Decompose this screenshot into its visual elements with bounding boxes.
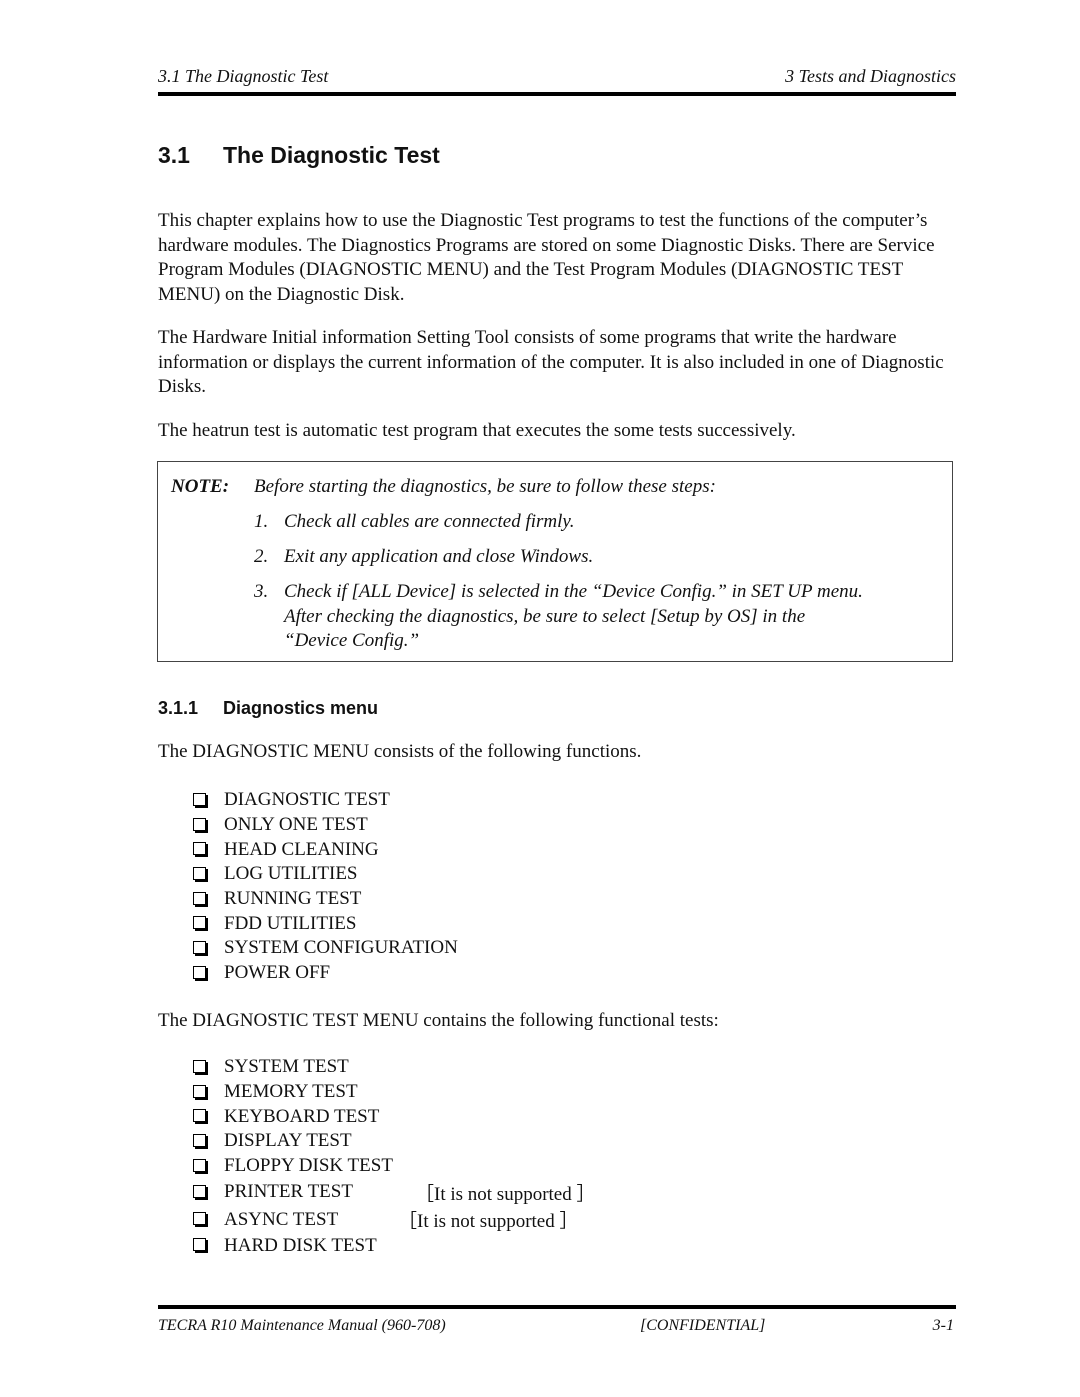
item-label: FDD UTILITIES bbox=[224, 912, 357, 934]
checkbox-bullet-icon bbox=[193, 940, 206, 954]
list-item: FDD UTILITIES bbox=[193, 911, 458, 936]
checkbox-bullet-icon bbox=[193, 1158, 206, 1172]
note-step: 3. Check if [ALL Device] is selected in t… bbox=[254, 580, 863, 654]
step-text-line: Check if [ALL Device] is selected in the… bbox=[284, 581, 863, 602]
item-label: DIAGNOSTIC TEST bbox=[224, 789, 390, 811]
list-item: SYSTEM CONFIGURATION bbox=[193, 936, 458, 961]
item-label: RUNNING TEST bbox=[224, 888, 362, 910]
paragraph-hardware-tool: The Hardware Initial information Setting… bbox=[158, 327, 944, 398]
page-footer: TECRA R10 Maintenance Manual (960-708) [… bbox=[158, 1305, 956, 1339]
step-number: 2. bbox=[254, 546, 269, 567]
footer-page-number: 3-1 bbox=[932, 1317, 954, 1334]
step-text: Check all cables are connected firmly. bbox=[284, 511, 575, 532]
subsection-number: 3.1.1 bbox=[158, 698, 199, 718]
item-label: SYSTEM TEST bbox=[224, 1056, 349, 1078]
checkbox-bullet-icon bbox=[193, 1109, 206, 1123]
section-title: The Diagnostic Test bbox=[223, 142, 440, 168]
list-item: SYSTEM TEST bbox=[193, 1055, 393, 1080]
item-label: FLOPPY DISK TEST bbox=[224, 1155, 393, 1177]
item-label: HARD DISK TEST bbox=[224, 1234, 377, 1256]
item-label: SYSTEM CONFIGURATION bbox=[224, 937, 458, 959]
test-menu-list: SYSTEM TEST MEMORY TEST KEYBOARD TEST DI… bbox=[193, 1055, 596, 1258]
checkbox-bullet-icon bbox=[193, 817, 206, 831]
test-menu-intro: The DIAGNOSTIC TEST MENU contains the fo… bbox=[158, 1010, 719, 1031]
list-item: LOG UTILITIES bbox=[193, 862, 458, 887]
list-item: HARD DISK TEST bbox=[193, 1233, 393, 1258]
item-label: LOG UTILITIES bbox=[224, 863, 358, 885]
checkbox-bullet-icon bbox=[193, 916, 206, 930]
paragraph-heatrun: The heatrun test is automatic test progr… bbox=[158, 420, 796, 441]
checkbox-bullet-icon bbox=[193, 1059, 206, 1073]
step-number: 3. bbox=[254, 581, 269, 602]
header-section: 3.1 The Diagnostic Test bbox=[158, 66, 329, 86]
checkbox-bullet-icon bbox=[193, 1184, 206, 1198]
subsection-heading: 3.1.1 Diagnostics menu bbox=[158, 698, 378, 719]
note-step: 2. Exit any application and close Windows… bbox=[254, 546, 593, 568]
checkbox-bullet-icon bbox=[193, 866, 206, 880]
list-item: ASYNC TEST ［It is not supported ］ bbox=[193, 1206, 579, 1234]
step-text-line: After checking the diagnostics, be sure … bbox=[284, 605, 806, 627]
section-heading: 3.1 The Diagnostic Test bbox=[158, 142, 440, 169]
paragraph-intro: This chapter explains how to use the Dia… bbox=[158, 210, 935, 305]
unsupported-note: ［It is not supported ］ bbox=[398, 1211, 579, 1233]
list-item: POWER OFF bbox=[193, 961, 458, 986]
footer-manual-title: TECRA R10 Maintenance Manual (960-708) bbox=[158, 1317, 446, 1334]
subsection-title: Diagnostics menu bbox=[223, 698, 379, 718]
header-chapter: 3 Tests and Diagnostics bbox=[785, 66, 956, 86]
list-item: KEYBOARD TEST bbox=[193, 1104, 393, 1129]
list-item: ONLY ONE TEST bbox=[193, 813, 458, 838]
section-number: 3.1 bbox=[158, 142, 190, 168]
checkbox-bullet-icon bbox=[193, 891, 206, 905]
item-label: PRINTER TEST bbox=[224, 1181, 353, 1203]
diagnostic-menu-list: DIAGNOSTIC TEST ONLY ONE TEST HEAD CLEAN… bbox=[193, 788, 458, 986]
list-item: DISPLAY TEST bbox=[193, 1129, 393, 1154]
list-item: DIAGNOSTIC TEST bbox=[193, 788, 458, 813]
note-intro: Before starting the diagnostics, be sure… bbox=[254, 476, 716, 497]
item-label: KEYBOARD TEST bbox=[224, 1105, 380, 1127]
page-header: 3.1 The Diagnostic Test 3 Tests and Diag… bbox=[158, 64, 956, 96]
item-label: POWER OFF bbox=[224, 962, 331, 984]
item-label: MEMORY TEST bbox=[224, 1081, 358, 1103]
item-label: ASYNC TEST bbox=[224, 1208, 339, 1230]
list-item: HEAD CLEANING bbox=[193, 837, 458, 862]
note-step: 1. Check all cables are connected firmly. bbox=[254, 511, 575, 533]
item-label: HEAD CLEANING bbox=[224, 838, 379, 860]
diagnostic-menu-intro: The DIAGNOSTIC MENU consists of the foll… bbox=[158, 741, 642, 762]
list-item: FLOPPY DISK TEST bbox=[193, 1154, 393, 1179]
item-label: ONLY ONE TEST bbox=[224, 814, 368, 836]
step-number: 1. bbox=[254, 511, 269, 532]
checkbox-bullet-icon bbox=[193, 965, 206, 979]
note-label: NOTE: bbox=[171, 476, 230, 497]
list-item: MEMORY TEST bbox=[193, 1080, 393, 1105]
step-text-line: “Device Config.” bbox=[284, 630, 420, 652]
footer-classification: [CONFIDENTIAL] bbox=[640, 1317, 766, 1334]
list-item: RUNNING TEST bbox=[193, 887, 458, 912]
checkbox-bullet-icon bbox=[193, 1133, 206, 1147]
note-box: NOTE: Before starting the diagnostics, b… bbox=[157, 461, 953, 662]
item-label: DISPLAY TEST bbox=[224, 1130, 352, 1152]
unsupported-note: ［It is not supported ］ bbox=[415, 1183, 596, 1205]
checkbox-bullet-icon bbox=[193, 1212, 206, 1226]
list-item: PRINTER TEST ［It is not supported ］ bbox=[193, 1178, 596, 1206]
step-text: Exit any application and close Windows. bbox=[284, 546, 594, 567]
checkbox-bullet-icon bbox=[193, 1084, 206, 1098]
checkbox-bullet-icon bbox=[193, 1238, 206, 1252]
checkbox-bullet-icon bbox=[193, 842, 206, 856]
checkbox-bullet-icon bbox=[193, 792, 206, 806]
